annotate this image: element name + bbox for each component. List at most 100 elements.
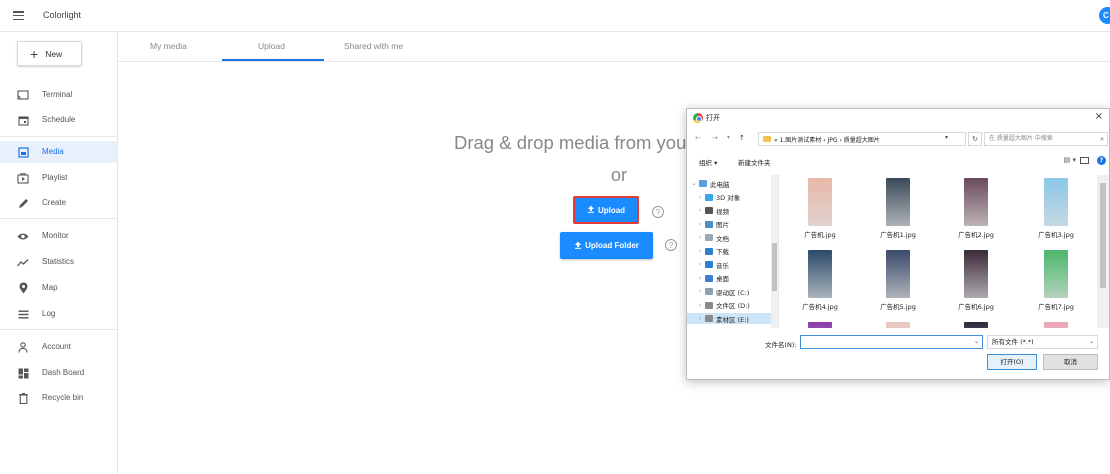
search-input[interactable]: 在 质量超大图片 中搜索 ⌕ bbox=[984, 132, 1108, 146]
avatar[interactable]: C bbox=[1099, 7, 1110, 24]
refresh-icon[interactable]: ↻ bbox=[968, 132, 982, 146]
chevron-right-icon[interactable]: › bbox=[695, 207, 705, 214]
folder-icon bbox=[705, 247, 713, 255]
tab-upload[interactable]: Upload bbox=[258, 41, 285, 51]
file-name[interactable]: 广告机4.jpg bbox=[780, 301, 860, 311]
help-icon[interactable]: ? bbox=[665, 239, 677, 251]
new-button[interactable]: + New bbox=[17, 41, 82, 66]
chevron-right-icon[interactable]: › bbox=[695, 234, 705, 241]
sidebar-item-create[interactable]: Create bbox=[0, 192, 117, 214]
file-thumbnail[interactable] bbox=[964, 178, 988, 226]
chevron-right-icon[interactable]: › bbox=[695, 275, 705, 282]
file-thumbnail[interactable] bbox=[1044, 322, 1068, 328]
file-name[interactable]: 广告机7.jpg bbox=[1016, 301, 1096, 311]
sidebar-item-schedule[interactable]: Schedule bbox=[0, 109, 117, 131]
file-thumbnail[interactable] bbox=[964, 322, 988, 328]
sidebar-item-map[interactable]: Map bbox=[0, 277, 117, 299]
address-bar: ← → ▾ ↑ « 1.图片测试素材 › JPG › 质量超大图片 ▾ ↻ 在 … bbox=[687, 131, 1110, 147]
help-icon[interactable]: ? bbox=[1097, 156, 1106, 165]
sidebar-item-playlist[interactable]: Playlist bbox=[0, 167, 117, 189]
menu-icon[interactable] bbox=[13, 11, 24, 20]
tree-scrollbar[interactable] bbox=[771, 175, 778, 328]
tree-item[interactable]: › 音乐 bbox=[687, 259, 771, 270]
scrollbar-thumb[interactable] bbox=[1100, 183, 1106, 288]
tree-item[interactable]: ⌄ 此电脑 bbox=[687, 178, 771, 189]
file-name[interactable]: 广告机3.jpg bbox=[1016, 229, 1096, 239]
file-thumbnail[interactable] bbox=[808, 178, 832, 226]
upload-button[interactable]: Upload bbox=[573, 196, 639, 224]
tree-item[interactable]: › 文件区 (D:) bbox=[687, 300, 771, 311]
chevron-right-icon[interactable]: › bbox=[695, 221, 705, 228]
sidebar-item-media[interactable]: Media bbox=[0, 141, 117, 163]
view-options-icon[interactable]: ▤ ▾ bbox=[1064, 156, 1076, 164]
back-icon[interactable]: ← bbox=[695, 134, 701, 142]
file-thumbnail[interactable] bbox=[1044, 178, 1068, 226]
sidebar-item-label: Media bbox=[42, 147, 64, 156]
tree-item[interactable]: › 素材区 (E:) bbox=[687, 313, 771, 324]
path-field[interactable]: « 1.图片测试素材 › JPG › 质量超大图片 bbox=[758, 132, 966, 146]
file-thumbnail[interactable] bbox=[808, 250, 832, 298]
history-dropdown-icon[interactable]: ▾ bbox=[727, 134, 730, 141]
tab-my-media[interactable]: My media bbox=[150, 41, 187, 51]
file-name[interactable]: 广告机5.jpg bbox=[858, 301, 938, 311]
top-bar: Colorlight C bbox=[0, 0, 1110, 32]
folder-icon bbox=[705, 274, 713, 282]
forward-icon[interactable]: → bbox=[712, 134, 718, 142]
preview-pane-icon[interactable] bbox=[1080, 157, 1089, 164]
chevron-right-icon[interactable]: › bbox=[695, 288, 705, 295]
tree-item-label: 图片 bbox=[716, 221, 729, 229]
new-folder-button[interactable]: 新建文件夹 bbox=[738, 157, 771, 167]
file-thumbnail[interactable] bbox=[808, 322, 832, 328]
tab-shared-with-me[interactable]: Shared with me bbox=[344, 41, 403, 51]
tree-item[interactable]: › 文档 bbox=[687, 232, 771, 243]
file-name[interactable]: 广告机1.jpg bbox=[858, 229, 938, 239]
file-thumbnail[interactable] bbox=[886, 322, 910, 328]
file-thumbnail[interactable] bbox=[964, 250, 988, 298]
chevron-down-icon[interactable]: ⌄ bbox=[689, 180, 699, 187]
organize-button[interactable]: 组织 ▾ bbox=[699, 157, 717, 167]
sidebar-item-monitor[interactable]: Monitor bbox=[0, 225, 117, 247]
file-name[interactable]: 广告机2.jpg bbox=[936, 229, 1016, 239]
trash-icon bbox=[17, 392, 29, 404]
file-thumbnail[interactable] bbox=[1044, 250, 1068, 298]
chevron-right-icon[interactable]: › bbox=[695, 248, 705, 255]
sidebar-item-statistics[interactable]: Statistics bbox=[0, 251, 117, 273]
upload-folder-button[interactable]: Upload Folder bbox=[560, 232, 653, 259]
tree-item[interactable]: › 下载 bbox=[687, 246, 771, 257]
sidebar-item-dashboard[interactable]: Dash Board bbox=[0, 362, 117, 384]
tree-item-label: 视频 bbox=[716, 207, 729, 216]
tree-item[interactable]: › 3D 对象 bbox=[687, 192, 771, 203]
file-name[interactable]: 广告机.jpg bbox=[780, 229, 860, 239]
chevron-right-icon[interactable]: › bbox=[695, 194, 705, 201]
chevron-right-icon[interactable]: › bbox=[695, 302, 705, 309]
file-grid: 广告机.jpg 广告机1.jpg 广告机2.jpg 广告机3.jpg 广告机4.jpg 广… bbox=[780, 175, 1098, 328]
scrollbar-thumb[interactable] bbox=[772, 243, 777, 291]
path-dropdown-icon[interactable]: ▾ bbox=[945, 134, 948, 141]
tree-item[interactable]: › 驱动区 (C:) bbox=[687, 286, 771, 297]
sidebar-item-label: Terminal bbox=[42, 90, 73, 99]
filename-input[interactable]: ⌄ bbox=[800, 335, 983, 349]
sidebar-item-log[interactable]: Log bbox=[0, 303, 117, 325]
file-thumbnail[interactable] bbox=[886, 178, 910, 226]
chevron-right-icon[interactable]: › bbox=[695, 315, 705, 322]
sidebar-item-recycle-bin[interactable]: Recycle bin bbox=[0, 387, 117, 409]
tree-item[interactable]: › 视频 bbox=[687, 205, 771, 216]
up-icon[interactable]: ↑ bbox=[739, 134, 745, 142]
folder-icon bbox=[699, 180, 707, 187]
sidebar-item-account[interactable]: Account bbox=[0, 336, 117, 358]
cancel-button[interactable]: 取消 bbox=[1043, 354, 1098, 370]
tree-item-label: 音乐 bbox=[716, 261, 729, 270]
help-icon[interactable]: ? bbox=[652, 206, 664, 218]
filetype-select[interactable]: 所有文件 (*.*) ⌄ bbox=[987, 335, 1098, 349]
close-icon[interactable]: × bbox=[1095, 111, 1103, 122]
chevron-down-icon[interactable]: ⌄ bbox=[974, 338, 979, 345]
chevron-right-icon[interactable]: › bbox=[695, 261, 705, 268]
file-thumbnail[interactable] bbox=[886, 250, 910, 298]
tree-item-label: 驱动区 (C:) bbox=[716, 288, 750, 297]
sidebar-item-terminal[interactable]: Terminal bbox=[0, 84, 117, 106]
tree-item[interactable]: › 桌面 bbox=[687, 273, 771, 284]
open-button[interactable]: 打开(O) bbox=[987, 354, 1037, 370]
tree-item[interactable]: › 图片 bbox=[687, 219, 771, 230]
file-grid-scrollbar[interactable] bbox=[1097, 175, 1109, 328]
file-name[interactable]: 广告机6.jpg bbox=[936, 301, 1016, 311]
